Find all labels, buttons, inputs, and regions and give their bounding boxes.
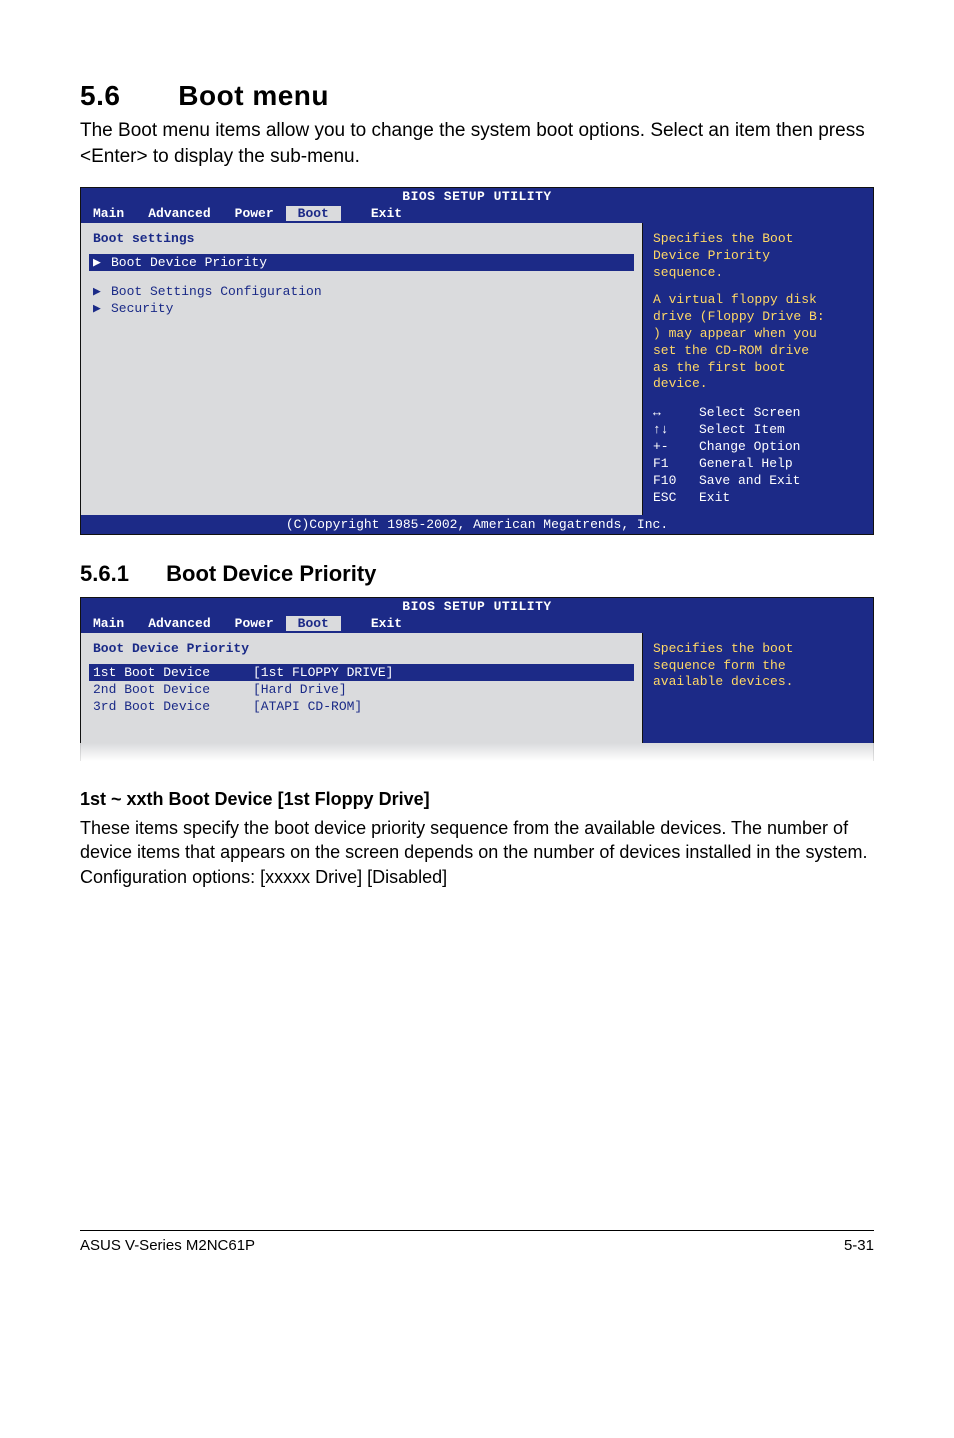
subsection-heading: 5.6.1 Boot Device Priority xyxy=(80,561,874,587)
footer-page-number: 5-31 xyxy=(844,1237,874,1254)
help-line: drive (Floppy Drive B: xyxy=(653,309,863,326)
subsection-number: 5.6.1 xyxy=(80,561,160,587)
field-value: [1st FLOPPY DRIVE] xyxy=(253,665,630,680)
menu-item-1st-boot-device[interactable]: 1st Boot Device [1st FLOPPY DRIVE] xyxy=(89,664,634,681)
menu-item-3rd-boot-device[interactable]: 3rd Boot Device [ATAPI CD-ROM] xyxy=(93,698,630,715)
tab-advanced[interactable]: Advanced xyxy=(136,616,222,631)
subsection-title: Boot Device Priority xyxy=(166,561,376,586)
bios-left-title: Boot Device Priority xyxy=(93,641,630,656)
bios-help-pane: Specifies the Boot Device Priority seque… xyxy=(643,223,873,514)
bios-tabs: Main Advanced Power Boot Exit xyxy=(81,205,873,223)
tab-boot[interactable]: Boot xyxy=(286,206,341,221)
option-body: These items specify the boot device prio… xyxy=(80,816,874,890)
help-line: Specifies the boot xyxy=(653,641,863,658)
submenu-arrow-icon: ▶ xyxy=(93,255,111,270)
bios-screenshot-boot-priority: BIOS SETUP UTILITY Main Advanced Power B… xyxy=(80,597,874,743)
bios-key-help: ↔Select Screen ↑↓Select Item +-Change Op… xyxy=(653,405,863,506)
bios-help-pane: Specifies the boot sequence form the ava… xyxy=(643,633,873,743)
page-footer: ASUS V-Series M2NC61P 5-31 xyxy=(80,1230,874,1254)
key: ESC xyxy=(653,490,699,507)
tab-exit[interactable]: Exit xyxy=(341,616,414,631)
key: F10 xyxy=(653,473,699,490)
bios-fade-bottom xyxy=(80,743,874,761)
section-number: 5.6 xyxy=(80,80,170,112)
tab-main[interactable]: Main xyxy=(81,206,136,221)
help-line: Specifies the Boot xyxy=(653,231,863,248)
key: F1 xyxy=(653,456,699,473)
field-label: 2nd Boot Device xyxy=(93,682,253,697)
help-line: ) may appear when you xyxy=(653,326,863,343)
section-heading: 5.6 Boot menu xyxy=(80,80,874,112)
option-heading: 1st ~ xxth Boot Device [1st Floppy Drive… xyxy=(80,789,874,810)
bios-left-title: Boot settings xyxy=(93,231,630,246)
key-action: Save and Exit xyxy=(699,473,863,490)
section-intro: The Boot menu items allow you to change … xyxy=(80,118,874,169)
key: ↑↓ xyxy=(653,422,699,439)
section-title-text: Boot menu xyxy=(178,80,329,111)
bios-title: BIOS SETUP UTILITY xyxy=(81,188,873,205)
menu-item-2nd-boot-device[interactable]: 2nd Boot Device [Hard Drive] xyxy=(93,681,630,698)
menu-item-security[interactable]: ▶ Security xyxy=(93,300,630,317)
menu-item-boot-device-priority[interactable]: ▶ Boot Device Priority xyxy=(89,254,634,271)
key-action: Select Item xyxy=(699,422,863,439)
bios-copyright: (C)Copyright 1985-2002, American Megatre… xyxy=(80,515,874,535)
tab-boot[interactable]: Boot xyxy=(286,616,341,631)
menu-item-boot-settings-config[interactable]: ▶ Boot Settings Configuration xyxy=(93,283,630,300)
help-line: as the first boot xyxy=(653,360,863,377)
submenu-arrow-icon: ▶ xyxy=(93,301,111,316)
submenu-arrow-icon: ▶ xyxy=(93,284,111,299)
menu-item-label: Security xyxy=(111,301,173,316)
key: ↔ xyxy=(653,405,699,422)
field-label: 1st Boot Device xyxy=(93,665,253,680)
key-action: Change Option xyxy=(699,439,863,456)
footer-product: ASUS V-Series M2NC61P xyxy=(80,1237,255,1254)
tab-main[interactable]: Main xyxy=(81,616,136,631)
help-line: device. xyxy=(653,376,863,393)
tab-power[interactable]: Power xyxy=(223,616,286,631)
help-line: sequence form the xyxy=(653,658,863,675)
help-line: available devices. xyxy=(653,674,863,691)
tab-power[interactable]: Power xyxy=(223,206,286,221)
help-line: A virtual floppy disk xyxy=(653,292,863,309)
help-line: set the CD-ROM drive xyxy=(653,343,863,360)
field-value: [Hard Drive] xyxy=(253,682,630,697)
key-action: General Help xyxy=(699,456,863,473)
bios-screenshot-boot-settings: BIOS SETUP UTILITY Main Advanced Power B… xyxy=(80,187,874,514)
bios-left-pane: Boot Device Priority 1st Boot Device [1s… xyxy=(81,633,643,743)
menu-item-label: Boot Settings Configuration xyxy=(111,284,322,299)
menu-item-label: Boot Device Priority xyxy=(111,255,267,270)
tab-exit[interactable]: Exit xyxy=(341,206,414,221)
tab-advanced[interactable]: Advanced xyxy=(136,206,222,221)
help-line: Device Priority xyxy=(653,248,863,265)
field-value: [ATAPI CD-ROM] xyxy=(253,699,630,714)
key: +- xyxy=(653,439,699,456)
key-action: Exit xyxy=(699,490,863,507)
bios-tabs: Main Advanced Power Boot Exit xyxy=(81,615,873,633)
field-label: 3rd Boot Device xyxy=(93,699,253,714)
bios-left-pane: Boot settings ▶ Boot Device Priority ▶ B… xyxy=(81,223,643,514)
bios-title: BIOS SETUP UTILITY xyxy=(81,598,873,615)
key-action: Select Screen xyxy=(699,405,863,422)
help-line: sequence. xyxy=(653,265,863,282)
